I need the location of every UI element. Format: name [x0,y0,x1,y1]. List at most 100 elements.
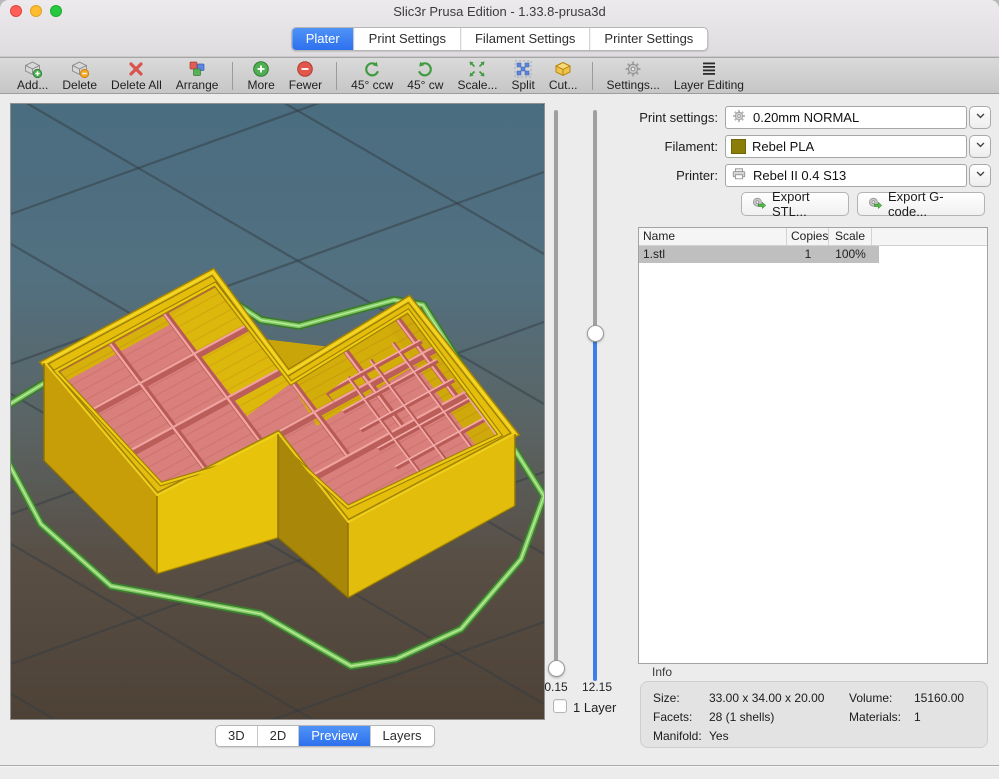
scale-button[interactable]: Scale... [450,59,504,93]
fewer-button[interactable]: Fewer [282,59,329,93]
filament-combo[interactable]: Rebel PLA [725,135,967,158]
export-stl-label: Export STL... [772,189,839,219]
tab-printer-settings[interactable]: Printer Settings [590,28,707,50]
scale-icon [467,59,487,79]
facets-label: Facets: [653,710,692,724]
print-settings-value: 0.20mm NORMAL [753,110,859,125]
export-icon [867,195,883,214]
manifold-label: Manifold: [653,729,702,743]
layer-slider-high-fill[interactable] [593,333,597,681]
print-settings-dropdown-button[interactable] [969,106,991,129]
tab-plater[interactable]: Plater [292,28,355,50]
view-tab-2d[interactable]: 2D [258,726,300,746]
filament-dropdown-button[interactable] [969,135,991,158]
info-section-title: Info [652,665,672,679]
main-tab-bar: Plater Print Settings Filament Settings … [291,27,709,51]
arrange-button[interactable]: Arrange [169,59,226,93]
one-layer-checkbox[interactable] [553,699,567,713]
printer-icon [731,166,747,185]
layer-editing-button[interactable]: Layer Editing [667,59,751,93]
toolbar: Add... Delete Delete All Arrange More Fe… [0,57,999,94]
tab-filament-settings[interactable]: Filament Settings [461,28,590,50]
view-mode-bar: 3D 2D Preview Layers [215,725,435,747]
objects-table-header: Name Copies Scale [639,228,987,246]
cell-name: 1.stl [639,246,787,263]
objects-table: Name Copies Scale 1.stl 1 100% [638,227,988,664]
manifold-value: Yes [709,729,729,743]
slider-low-value: 0.15 [540,680,572,694]
layer-slider-high-track[interactable] [593,110,597,333]
view-tab-preview[interactable]: Preview [299,726,370,746]
rotate-cw-button[interactable]: 45° cw [400,59,450,93]
one-layer-label: 1 Layer [573,700,616,715]
cut-label: Cut... [549,79,578,92]
more-icon [251,59,271,79]
fewer-label: Fewer [289,79,322,92]
split-icon [513,59,533,79]
gear-icon [623,59,643,79]
printer-value: Rebel II 0.4 S13 [753,168,846,183]
export-gcode-label: Export G-code... [888,189,975,219]
settings-label: Settings... [607,79,660,92]
split-label: Split [511,79,534,92]
printer-dropdown-button[interactable] [969,164,991,187]
slider-high-value: 12.15 [578,680,616,694]
add-icon [23,59,43,79]
status-divider-highlight [0,766,999,767]
toolbar-separator [336,62,337,90]
more-button[interactable]: More [240,59,281,93]
export-gcode-button[interactable]: Export G-code... [857,192,985,216]
layer-editing-label: Layer Editing [674,79,744,92]
layer-slider-high-thumb[interactable] [587,325,604,342]
viewport-3d[interactable] [10,103,545,720]
column-header-name: Name [639,228,787,245]
rotate-ccw-icon [362,59,382,79]
cut-button[interactable]: Cut... [542,59,585,93]
rotate-ccw-button[interactable]: 45° ccw [344,59,400,93]
filament-label: Filament: [630,139,718,154]
table-row[interactable]: 1.stl 1 100% [639,246,879,263]
delete-icon [70,59,90,79]
column-header-copies: Copies [787,228,829,245]
export-stl-button[interactable]: Export STL... [741,192,849,216]
settings-button[interactable]: Settings... [600,59,667,93]
view-tab-layers[interactable]: Layers [371,726,434,746]
toolbar-separator [592,62,593,90]
printer-combo[interactable]: Rebel II 0.4 S13 [725,164,967,187]
volume-label: Volume: [849,691,892,705]
materials-label: Materials: [849,710,901,724]
layer-slider-low-thumb[interactable] [548,660,565,677]
layer-slider-low-track[interactable] [554,110,558,668]
size-label: Size: [653,691,680,705]
tab-print-settings[interactable]: Print Settings [355,28,461,50]
export-icon [751,195,767,214]
titlebar: Slic3r Prusa Edition - 1.33.8-prusa3d Pl… [0,0,999,57]
facets-value: 28 (1 shells) [709,710,774,724]
add-button[interactable]: Add... [10,59,55,93]
window-title: Slic3r Prusa Edition - 1.33.8-prusa3d [0,4,999,19]
cell-scale: 100% [829,246,872,263]
arrange-icon [187,59,207,79]
info-box: Size: 33.00 x 34.00 x 20.00 Volume: 1516… [640,681,988,748]
cell-copies: 1 [787,246,829,263]
filament-color-swatch [731,139,746,154]
delete-button[interactable]: Delete [55,59,104,93]
delete-all-icon [126,59,146,79]
cut-icon [553,59,573,79]
split-button[interactable]: Split [504,59,541,93]
add-label: Add... [17,79,48,92]
view-tab-3d[interactable]: 3D [216,726,258,746]
size-value: 33.00 x 34.00 x 20.00 [709,691,824,705]
delete-all-button[interactable]: Delete All [104,59,169,93]
gear-icon [731,108,747,127]
toolbar-separator [232,62,233,90]
printer-label: Printer: [630,168,718,183]
print-settings-label: Print settings: [630,110,718,125]
rotate-ccw-label: 45° ccw [351,79,393,92]
column-header-filler [872,228,987,245]
volume-value: 15160.00 [914,691,964,705]
rotate-cw-label: 45° cw [407,79,443,92]
print-settings-combo[interactable]: 0.20mm NORMAL [725,106,967,129]
chevron-down-icon [974,138,987,156]
layers-icon [699,59,719,79]
